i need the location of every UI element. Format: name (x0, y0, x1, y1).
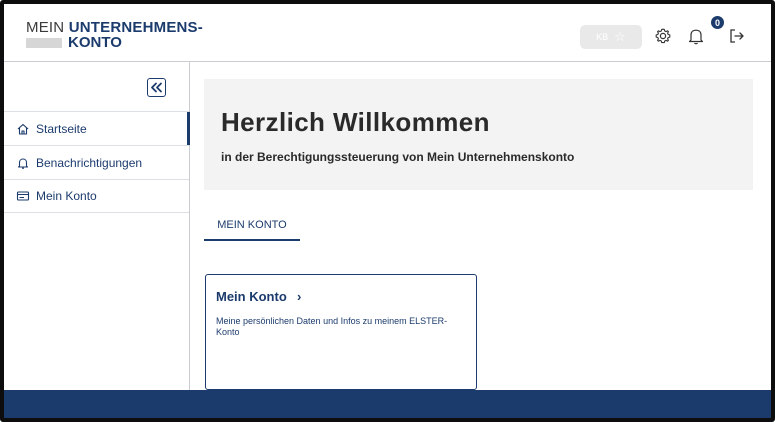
star-icon: ☆ (614, 29, 626, 44)
sidebar: Startseite Benachrichtigungen Mein Konto (4, 62, 190, 394)
logo[interactable]: MEIN UNTERNEHMENS- KONTO (26, 20, 203, 50)
collapse-sidebar-button[interactable] (147, 78, 166, 97)
sidebar-item-mein-konto[interactable]: Mein Konto (4, 179, 189, 213)
sidebar-item-label: Benachrichtigungen (36, 155, 143, 170)
footer-bar (4, 390, 771, 418)
top-header: MEIN UNTERNEHMENS- KONTO KB ☆ 0 (4, 4, 771, 62)
mein-konto-card[interactable]: Mein Konto › Meine persönlichen Daten un… (205, 274, 477, 390)
app-window: MEIN UNTERNEHMENS- KONTO KB ☆ 0 Startsei… (0, 0, 775, 422)
card-description: Meine persönlichen Daten und Infos zu me… (216, 316, 448, 337)
page-subtitle: in der Berechtigungssteuerung von Mein U… (221, 150, 575, 164)
bell-icon (16, 156, 30, 170)
settings-gear-icon[interactable] (653, 26, 673, 46)
tab-mein-konto[interactable]: MEIN KONTO (204, 210, 300, 241)
sidebar-item-startseite[interactable]: Startseite (4, 111, 190, 145)
sidebar-item-label: Mein Konto (36, 189, 97, 203)
sidebar-item-label: Startseite (36, 121, 87, 136)
card-title: Mein Konto (216, 289, 287, 304)
page-title: Herzlich Willkommen (221, 107, 490, 137)
sidebar-nav: Startseite Benachrichtigungen Mein Konto (4, 111, 190, 213)
chevron-right-icon: › (297, 289, 302, 304)
notification-count-badge: 0 (711, 16, 724, 29)
logo-line-1: MEIN UNTERNEHMENS- (26, 19, 203, 36)
logo-line-2: KONTO (26, 35, 203, 50)
sidebar-item-benachrichtigungen[interactable]: Benachrichtigungen (4, 145, 189, 179)
welcome-banner: Herzlich Willkommen in der Berechtigungs… (204, 79, 753, 190)
notification-bell-icon[interactable] (686, 26, 706, 46)
logout-icon[interactable] (727, 26, 747, 46)
double-chevron-left-icon (151, 82, 162, 93)
id-card-icon (16, 189, 30, 203)
favorites-button[interactable]: KB ☆ (580, 25, 642, 49)
logo-bar (26, 37, 62, 48)
kb-label: KB (596, 32, 609, 42)
home-icon (16, 122, 30, 136)
